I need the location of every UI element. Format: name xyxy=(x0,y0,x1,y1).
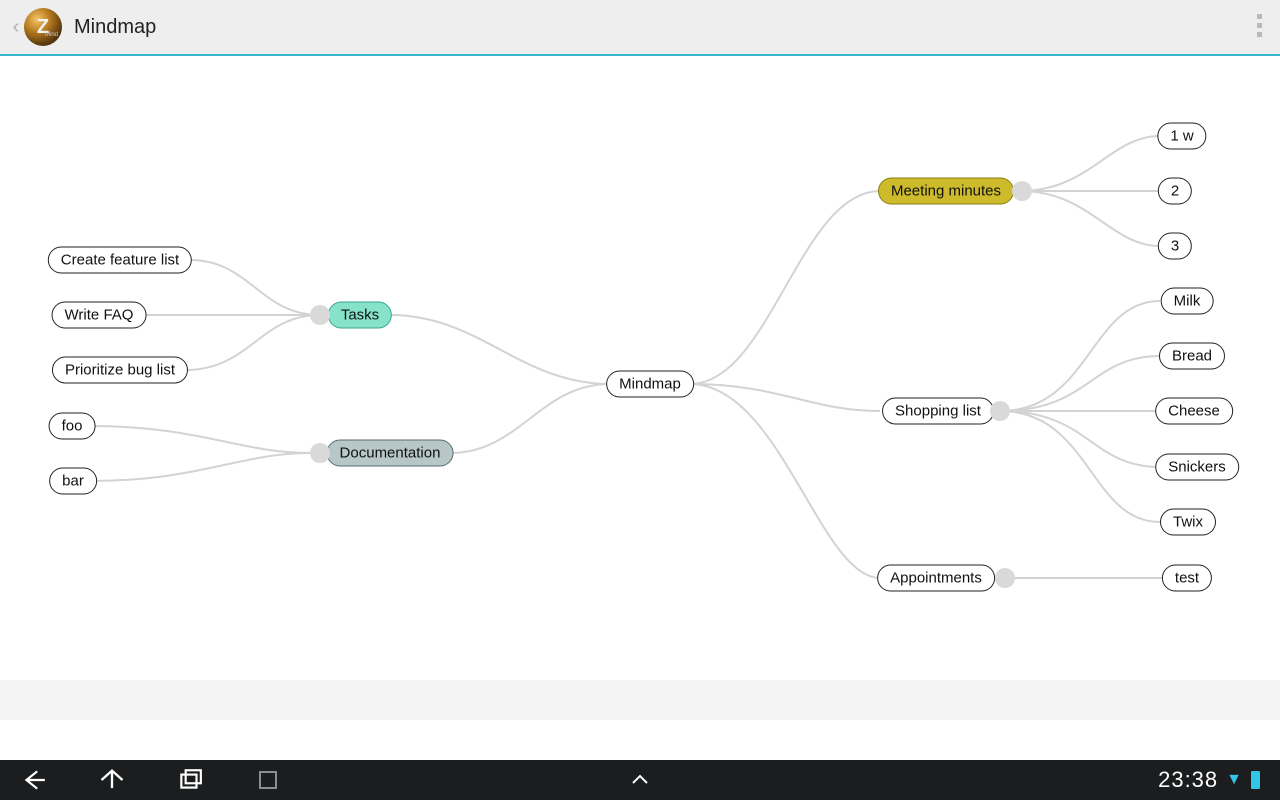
node-label: Create feature list xyxy=(61,252,179,269)
link-layer xyxy=(0,56,1280,760)
node-label: Mindmap xyxy=(619,376,681,393)
node-prioritize-bug-list[interactable]: Prioritize bug list xyxy=(52,357,188,384)
node-bar[interactable]: bar xyxy=(49,468,97,495)
node-label: bar xyxy=(62,473,84,490)
node-label: Documentation xyxy=(340,445,441,462)
app-logo[interactable]: ZMind xyxy=(24,8,62,46)
nav-screenshot-icon[interactable] xyxy=(254,766,282,794)
node-label: foo xyxy=(62,418,83,435)
node-documentation[interactable]: Documentation xyxy=(327,440,454,467)
node-meeting-minutes[interactable]: Meeting minutes xyxy=(878,178,1014,205)
node-snickers[interactable]: Snickers xyxy=(1155,454,1239,481)
app-title: Mindmap xyxy=(74,16,156,39)
nav-home-icon[interactable] xyxy=(98,766,126,794)
node-meeting-2[interactable]: 2 xyxy=(1158,178,1192,205)
node-label: 2 xyxy=(1171,183,1179,200)
node-create-feature-list[interactable]: Create feature list xyxy=(48,247,192,274)
node-foo[interactable]: foo xyxy=(49,413,96,440)
nav-expand-icon[interactable] xyxy=(626,766,654,794)
node-appointments[interactable]: Appointments xyxy=(877,565,995,592)
node-bread[interactable]: Bread xyxy=(1159,343,1225,370)
node-label: Snickers xyxy=(1168,459,1226,476)
node-milk[interactable]: Milk xyxy=(1161,288,1214,315)
node-label: Milk xyxy=(1174,293,1201,310)
node-twix[interactable]: Twix xyxy=(1160,509,1216,536)
collapse-handle-shopping[interactable] xyxy=(990,401,1010,421)
app-bar: ‹ ZMind Mindmap xyxy=(0,0,1280,56)
node-label: Shopping list xyxy=(895,403,981,420)
mindmap-canvas[interactable]: Mindmap Tasks Documentation Create featu… xyxy=(0,56,1280,760)
nav-recent-icon[interactable] xyxy=(176,766,204,794)
battery-icon xyxy=(1251,771,1260,789)
nav-back-icon[interactable] xyxy=(20,766,48,794)
overflow-menu-icon[interactable] xyxy=(1257,14,1262,37)
node-cheese[interactable]: Cheese xyxy=(1155,398,1233,425)
node-label: Prioritize bug list xyxy=(65,362,175,379)
collapse-handle-meeting[interactable] xyxy=(1012,181,1032,201)
node-test[interactable]: test xyxy=(1162,565,1212,592)
node-label: Tasks xyxy=(341,307,379,324)
system-navbar: 23:38 ▼ xyxy=(0,760,1280,800)
node-label: Bread xyxy=(1172,348,1212,365)
back-icon[interactable]: ‹ xyxy=(10,16,22,39)
status-time: 23:38 xyxy=(1158,767,1218,793)
node-label: Cheese xyxy=(1168,403,1220,420)
node-meeting-3[interactable]: 3 xyxy=(1158,233,1192,260)
collapse-handle-appointments[interactable] xyxy=(995,568,1015,588)
node-label: test xyxy=(1175,570,1199,587)
node-label: Appointments xyxy=(890,570,982,587)
node-root[interactable]: Mindmap xyxy=(606,371,694,398)
node-label: 1 w xyxy=(1170,128,1193,145)
node-shopping-list[interactable]: Shopping list xyxy=(882,398,994,425)
node-label: Write FAQ xyxy=(65,307,134,324)
node-label: Meeting minutes xyxy=(891,183,1001,200)
node-label: 3 xyxy=(1171,238,1179,255)
node-tasks[interactable]: Tasks xyxy=(328,302,392,329)
collapse-handle-documentation[interactable] xyxy=(310,443,330,463)
node-label: Twix xyxy=(1173,514,1203,531)
node-meeting-1[interactable]: 1 w xyxy=(1157,123,1206,150)
wifi-icon: ▼ xyxy=(1226,771,1243,789)
footer-spacer xyxy=(0,680,1280,720)
node-write-faq[interactable]: Write FAQ xyxy=(52,302,147,329)
collapse-handle-tasks[interactable] xyxy=(310,305,330,325)
